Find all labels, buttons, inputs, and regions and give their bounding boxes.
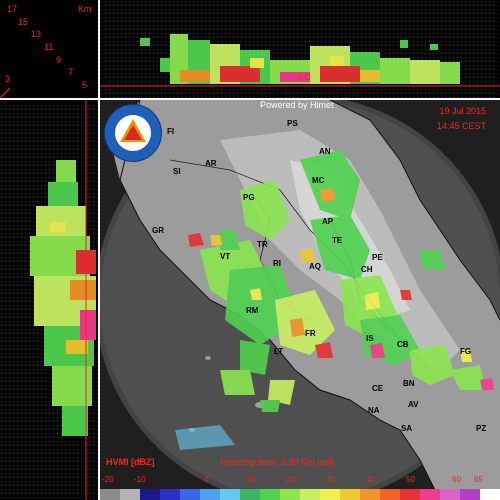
city-label: TR — [257, 240, 268, 249]
city-label: SA — [401, 424, 413, 433]
legend-tick: 50 — [406, 475, 415, 484]
altitude-scale-panel: 17 Km 15 13 11 9 7 5 3 — [0, 0, 98, 98]
ew-section-graphic — [100, 0, 500, 98]
city-label: BN — [403, 379, 415, 388]
legend-swatch — [320, 489, 340, 500]
freezing-level-text: Freezing level: 3.90 Km (asl) — [220, 457, 335, 467]
city-label: AP — [322, 217, 334, 226]
legend-swatch — [480, 489, 500, 500]
ns-section-graphic — [0, 100, 98, 500]
city-label: CH — [361, 265, 373, 274]
freezing-level-label: 0 C — [297, 72, 312, 82]
legend-tick: 0 — [204, 475, 209, 484]
legend-swatch — [220, 489, 240, 500]
city-label: AR — [205, 159, 217, 168]
city-label: RM — [246, 306, 259, 315]
legend-swatch — [380, 489, 400, 500]
legend-swatch — [280, 489, 300, 500]
time-label: 14:45 CEST — [436, 121, 486, 131]
city-label: CB — [397, 340, 409, 349]
legend-swatch — [460, 489, 480, 500]
legend-color-bar — [100, 489, 500, 500]
radar-map[interactable]: PS FI AN AR SI MC PG AP TE GR TR RI PE V… — [100, 100, 500, 500]
legend-tick: 20 — [286, 475, 295, 484]
legend-tick: 40 — [366, 475, 375, 484]
legend-tick: 65 — [474, 475, 483, 484]
legend-swatch — [160, 489, 180, 500]
city-label: FR — [305, 329, 316, 338]
legend-title: HVMI [dBZ] — [106, 457, 155, 467]
city-label: AQ — [309, 262, 321, 271]
legend-swatch — [360, 489, 380, 500]
legend-swatch — [100, 489, 120, 500]
city-label: CE — [372, 384, 384, 393]
city-label: MC — [312, 176, 325, 185]
legend-tick: 10 — [246, 475, 255, 484]
legend-swatch — [260, 489, 280, 500]
legend-swatch — [240, 489, 260, 500]
city-label: PE — [372, 253, 383, 262]
radar-map-graphic — [100, 100, 500, 500]
city-label: PZ — [476, 424, 487, 433]
city-label: GR — [152, 226, 164, 235]
legend-swatch — [400, 489, 420, 500]
date-label: 19 Jul 2015 — [439, 106, 486, 116]
city-label: PS — [287, 119, 298, 128]
legend-tick: -10 — [134, 475, 146, 484]
city-label: AN — [319, 147, 331, 156]
legend-swatch — [420, 489, 440, 500]
legend-swatch — [440, 489, 460, 500]
city-label: TE — [332, 236, 343, 245]
city-label: RI — [273, 259, 281, 268]
legend-tick: 30 — [326, 475, 335, 484]
city-label: SI — [173, 167, 181, 176]
ew-cross-section: 0 C — [100, 0, 500, 98]
corner-diagonal — [0, 87, 11, 98]
city-label: PG — [243, 193, 255, 202]
legend-swatch — [340, 489, 360, 500]
city-label: VT — [220, 252, 231, 261]
legend-swatch — [300, 489, 320, 500]
civil-protection-logo — [104, 104, 162, 162]
legend-tick: -20 — [102, 475, 114, 484]
legend-swatch — [120, 489, 140, 500]
city-label: IS — [366, 334, 374, 343]
city-label: FG — [460, 347, 472, 356]
powered-by-label: Powered by Himet — [260, 100, 334, 110]
city-label: LT — [274, 347, 284, 356]
city-label: NA — [368, 406, 380, 415]
legend-swatch — [180, 489, 200, 500]
legend-swatch — [200, 489, 220, 500]
ns-cross-section — [0, 100, 98, 500]
city-label: FI — [167, 127, 175, 136]
legend-swatch — [140, 489, 160, 500]
legend-tick: 60 — [452, 475, 461, 484]
city-label: AV — [408, 400, 419, 409]
